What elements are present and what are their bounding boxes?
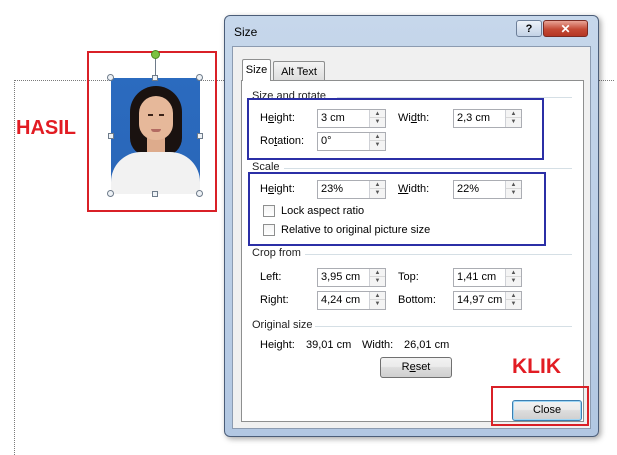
crop-top-value: 1,41 cm: [457, 271, 497, 283]
crop-from-divider: [305, 254, 572, 255]
reset-button[interactable]: Reset: [380, 357, 452, 378]
crop-left-value: 3,95 cm: [321, 271, 361, 283]
original-size-group-label: Original size: [252, 319, 313, 331]
scale-divider: [284, 168, 572, 169]
hasil-annotation: HASIL: [16, 117, 76, 139]
resize-handle-bottom-left[interactable]: [107, 190, 114, 197]
dialog-title: Size: [234, 25, 258, 39]
photo-neck: [147, 138, 165, 152]
resize-handle-left[interactable]: [108, 133, 114, 139]
crop-bottom-up-arrow[interactable]: ▲: [506, 292, 521, 300]
crop-left-down-arrow[interactable]: ▼: [370, 277, 385, 285]
resize-handle-top-right[interactable]: [196, 74, 203, 81]
help-button[interactable]: ?: [516, 20, 542, 37]
resize-handle-bottom-right[interactable]: [196, 190, 203, 197]
original-height-label: Height:: [260, 339, 295, 351]
original-width-value: 26,01 cm: [404, 339, 450, 351]
photo-eye-right: [159, 114, 164, 116]
klik-highlight-box: [491, 386, 589, 426]
crop-bottom-label: Bottom:: [398, 294, 436, 306]
crop-top-down-arrow[interactable]: ▼: [506, 277, 521, 285]
rotation-handle[interactable]: [151, 50, 160, 59]
klik-annotation: KLIK: [512, 355, 561, 378]
crop-bottom-down-arrow[interactable]: ▼: [506, 300, 521, 308]
crop-right-spinner[interactable]: 4,24 cm ▲ ▼: [317, 291, 386, 310]
resize-handle-top-left[interactable]: [107, 74, 114, 81]
crop-bottom-spinner[interactable]: 14,97 cm ▲ ▼: [453, 291, 522, 310]
size-rotate-highlight-box: [247, 98, 544, 160]
tab-alt-text[interactable]: Alt Text: [273, 61, 325, 81]
crop-right-label: Right:: [260, 294, 289, 306]
crop-right-value: 4,24 cm: [321, 294, 361, 306]
crop-top-spinner[interactable]: 1,41 cm ▲ ▼: [453, 268, 522, 287]
crop-left-spinner[interactable]: 3,95 cm ▲ ▼: [317, 268, 386, 287]
resize-handle-bottom[interactable]: [152, 191, 158, 197]
photo-shirt: [111, 152, 200, 194]
window-close-button[interactable]: ✕: [543, 20, 588, 37]
page-margin-guide-left: [14, 80, 15, 455]
crop-right-down-arrow[interactable]: ▼: [370, 300, 385, 308]
crop-top-up-arrow[interactable]: ▲: [506, 269, 521, 277]
tab-size[interactable]: Size: [242, 59, 271, 81]
crop-left-up-arrow[interactable]: ▲: [370, 269, 385, 277]
crop-left-label: Left:: [260, 271, 282, 283]
scale-highlight-box: [248, 172, 546, 246]
photo-eye-left: [148, 114, 153, 116]
crop-from-group-label: Crop from: [252, 247, 301, 259]
crop-right-up-arrow[interactable]: ▲: [370, 292, 385, 300]
crop-bottom-value: 14,97 cm: [457, 294, 503, 306]
resize-handle-top[interactable]: [152, 75, 158, 81]
original-width-label: Width:: [362, 339, 394, 351]
photo-mouth: [151, 129, 161, 132]
resize-handle-right[interactable]: [197, 133, 203, 139]
photo-face: [139, 96, 173, 140]
crop-top-label: Top:: [398, 271, 419, 283]
original-size-divider: [315, 326, 572, 327]
selected-photo[interactable]: [111, 78, 200, 194]
original-height-value: 39,01 cm: [306, 339, 352, 351]
